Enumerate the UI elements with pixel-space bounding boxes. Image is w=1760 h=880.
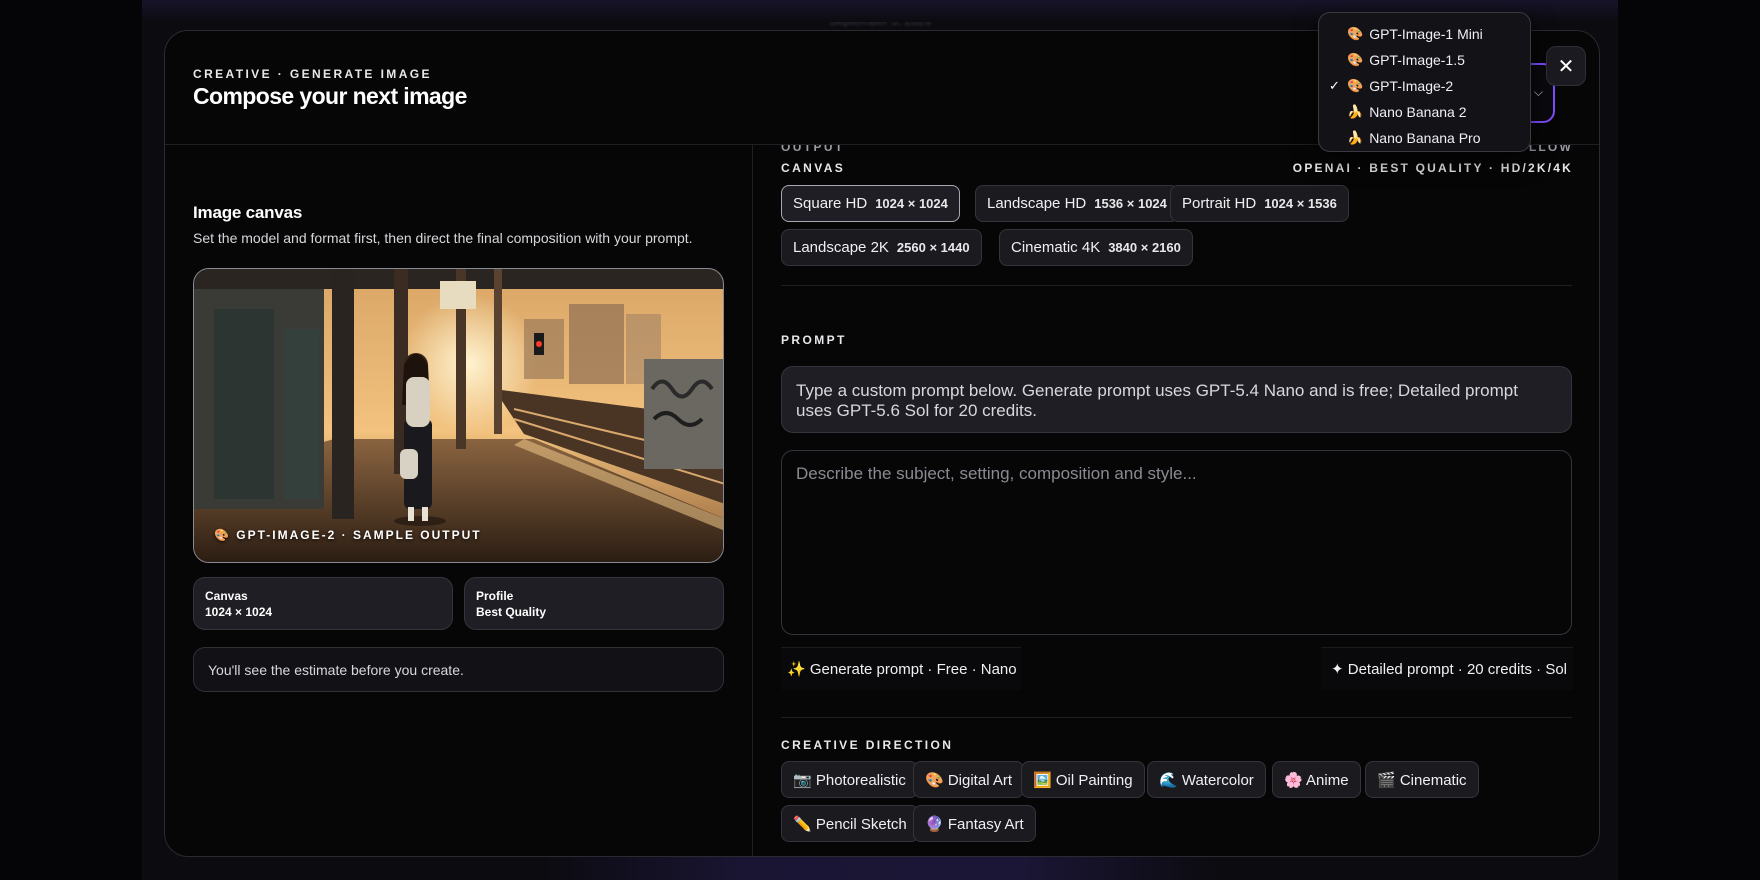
- section-divider: [781, 285, 1572, 286]
- model-option-gpt-image-1-5[interactable]: 🎨 GPT-Image-1.5: [1319, 47, 1530, 73]
- style-fantasy-art[interactable]: 🔮 Fantasy Art: [913, 805, 1036, 842]
- model-option-label: Nano Banana 2: [1369, 104, 1467, 120]
- model-option-label: Nano Banana Pro: [1369, 130, 1481, 146]
- generate-prompt-free-button[interactable]: ✨ Generate prompt · Free · Nano: [781, 647, 1021, 690]
- model-option-nano-banana-2[interactable]: 🍌 Nano Banana 2: [1319, 99, 1530, 125]
- stat-value: Best Quality: [476, 605, 547, 619]
- stat-key: Canvas: [205, 589, 248, 603]
- model-option-label: GPT-Image-1 Mini: [1369, 26, 1483, 42]
- style-pencil-sketch[interactable]: ✏️ Pencil Sketch: [781, 805, 919, 842]
- style-photorealistic[interactable]: 📷 Photorealistic: [781, 761, 918, 798]
- canvas-option-cinematic-4k[interactable]: Cinematic 4K 3840 × 2160: [999, 229, 1193, 266]
- canvas-option-name: Square HD: [793, 195, 868, 212]
- check-icon: ✓: [1329, 78, 1340, 93]
- model-option-label: GPT-Image-1.5: [1369, 52, 1465, 68]
- modal-title: Compose your next image: [193, 83, 467, 109]
- profile-stat-card: Profile Best Quality: [464, 577, 724, 630]
- canvas-option-landscape-hd[interactable]: Landscape HD 1536 × 1024: [975, 185, 1179, 222]
- canvas-section-label: CANVAS: [781, 161, 846, 175]
- model-option-gpt-image-1-mini[interactable]: 🎨 GPT-Image-1 Mini: [1319, 21, 1530, 47]
- detailed-prompt-button[interactable]: ✦ Detailed prompt · 20 credits · Sol: [1321, 647, 1573, 690]
- creative-direction-label: CREATIVE DIRECTION: [781, 738, 954, 752]
- canvas-section-meta: OPENAI · BEST QUALITY · HD/2K/4K: [1292, 161, 1573, 175]
- palette-icon: 🎨: [1347, 52, 1364, 67]
- palette-icon: 🎨: [1347, 26, 1364, 41]
- prompt-input[interactable]: [781, 450, 1572, 635]
- canvas-option-name: Cinematic 4K: [1011, 239, 1101, 256]
- stat-key: Profile: [476, 589, 514, 603]
- banana-icon: 🍌: [1347, 104, 1364, 119]
- canvas-option-name: Portrait HD: [1182, 195, 1257, 212]
- style-oil-painting[interactable]: 🖼️ Oil Painting: [1021, 761, 1145, 798]
- output-meta: LLOW: [1528, 145, 1573, 154]
- canvas-title: Image canvas: [193, 203, 303, 222]
- canvas-option-dims: 1024 × 1024: [875, 196, 948, 211]
- modal-eyebrow: CREATIVE · GENERATE IMAGE: [193, 67, 432, 81]
- left-column: Image canvas Set the model and format fi…: [165, 145, 753, 856]
- sample-preview-image: 🎨 GPT-IMAGE-2 · SAMPLE OUTPUT: [193, 268, 724, 563]
- generate-image-modal: CREATIVE · GENERATE IMAGE Compose your n…: [164, 30, 1600, 857]
- style-anime[interactable]: 🌸 Anime: [1272, 761, 1361, 798]
- canvas-option-landscape-2k[interactable]: Landscape 2K 2560 × 1440: [781, 229, 982, 266]
- canvas-option-dims: 2560 × 1440: [896, 240, 970, 255]
- stat-value: 1024 × 1024: [205, 605, 273, 619]
- canvas-subtitle: Set the model and format first, then dir…: [193, 230, 693, 246]
- canvas-option-name: Landscape 2K: [793, 239, 889, 256]
- section-divider: [781, 717, 1572, 718]
- style-digital-art[interactable]: 🎨 Digital Art: [913, 761, 1025, 798]
- model-option-nano-banana-pro[interactable]: 🍌 Nano Banana Pro: [1319, 125, 1530, 151]
- close-button[interactable]: ✕: [1546, 46, 1586, 86]
- prompt-section-label: PROMPT: [781, 333, 847, 347]
- canvas-option-dims: 1536 × 1024: [1094, 196, 1167, 211]
- canvas-option-dims: 1024 × 1536: [1264, 196, 1337, 211]
- train-platform-illustration: [194, 269, 723, 562]
- prompt-info-box: Type a custom prompt below. Generate pro…: [781, 366, 1572, 433]
- style-watercolor[interactable]: 🌊 Watercolor: [1147, 761, 1266, 798]
- canvas-stat-card: Canvas 1024 × 1024: [193, 577, 453, 630]
- palette-icon: 🎨: [1347, 78, 1364, 93]
- model-option-gpt-image-2[interactable]: ✓ 🎨 GPT-Image-2: [1319, 73, 1530, 99]
- style-cinematic[interactable]: 🎬 Cinematic: [1365, 761, 1479, 798]
- backdrop-glow-bottom: [540, 856, 1220, 880]
- canvas-option-dims: 3840 × 2160: [1108, 240, 1181, 255]
- model-dropdown-menu: 🎨 GPT-Image-1 Mini 🎨 GPT-Image-1.5 ✓ 🎨 G…: [1318, 12, 1531, 152]
- canvas-option-square-hd[interactable]: Square HD 1024 × 1024: [781, 185, 960, 222]
- banana-icon: 🍌: [1347, 130, 1364, 145]
- canvas-option-portrait-hd[interactable]: Portrait HD 1024 × 1536: [1170, 185, 1349, 222]
- estimate-note: You'll see the estimate before you creat…: [193, 647, 724, 692]
- output-label: OUTPUT: [781, 145, 845, 154]
- canvas-option-name: Landscape HD: [987, 195, 1087, 212]
- right-column: OUTPUT LLOW CANVAS OPENAI · BEST QUALITY…: [753, 145, 1599, 856]
- model-option-label: GPT-Image-2: [1369, 78, 1454, 94]
- preview-badge: 🎨 GPT-IMAGE-2 · SAMPLE OUTPUT: [214, 528, 482, 542]
- chevron-down-icon: ⌵: [1533, 85, 1543, 99]
